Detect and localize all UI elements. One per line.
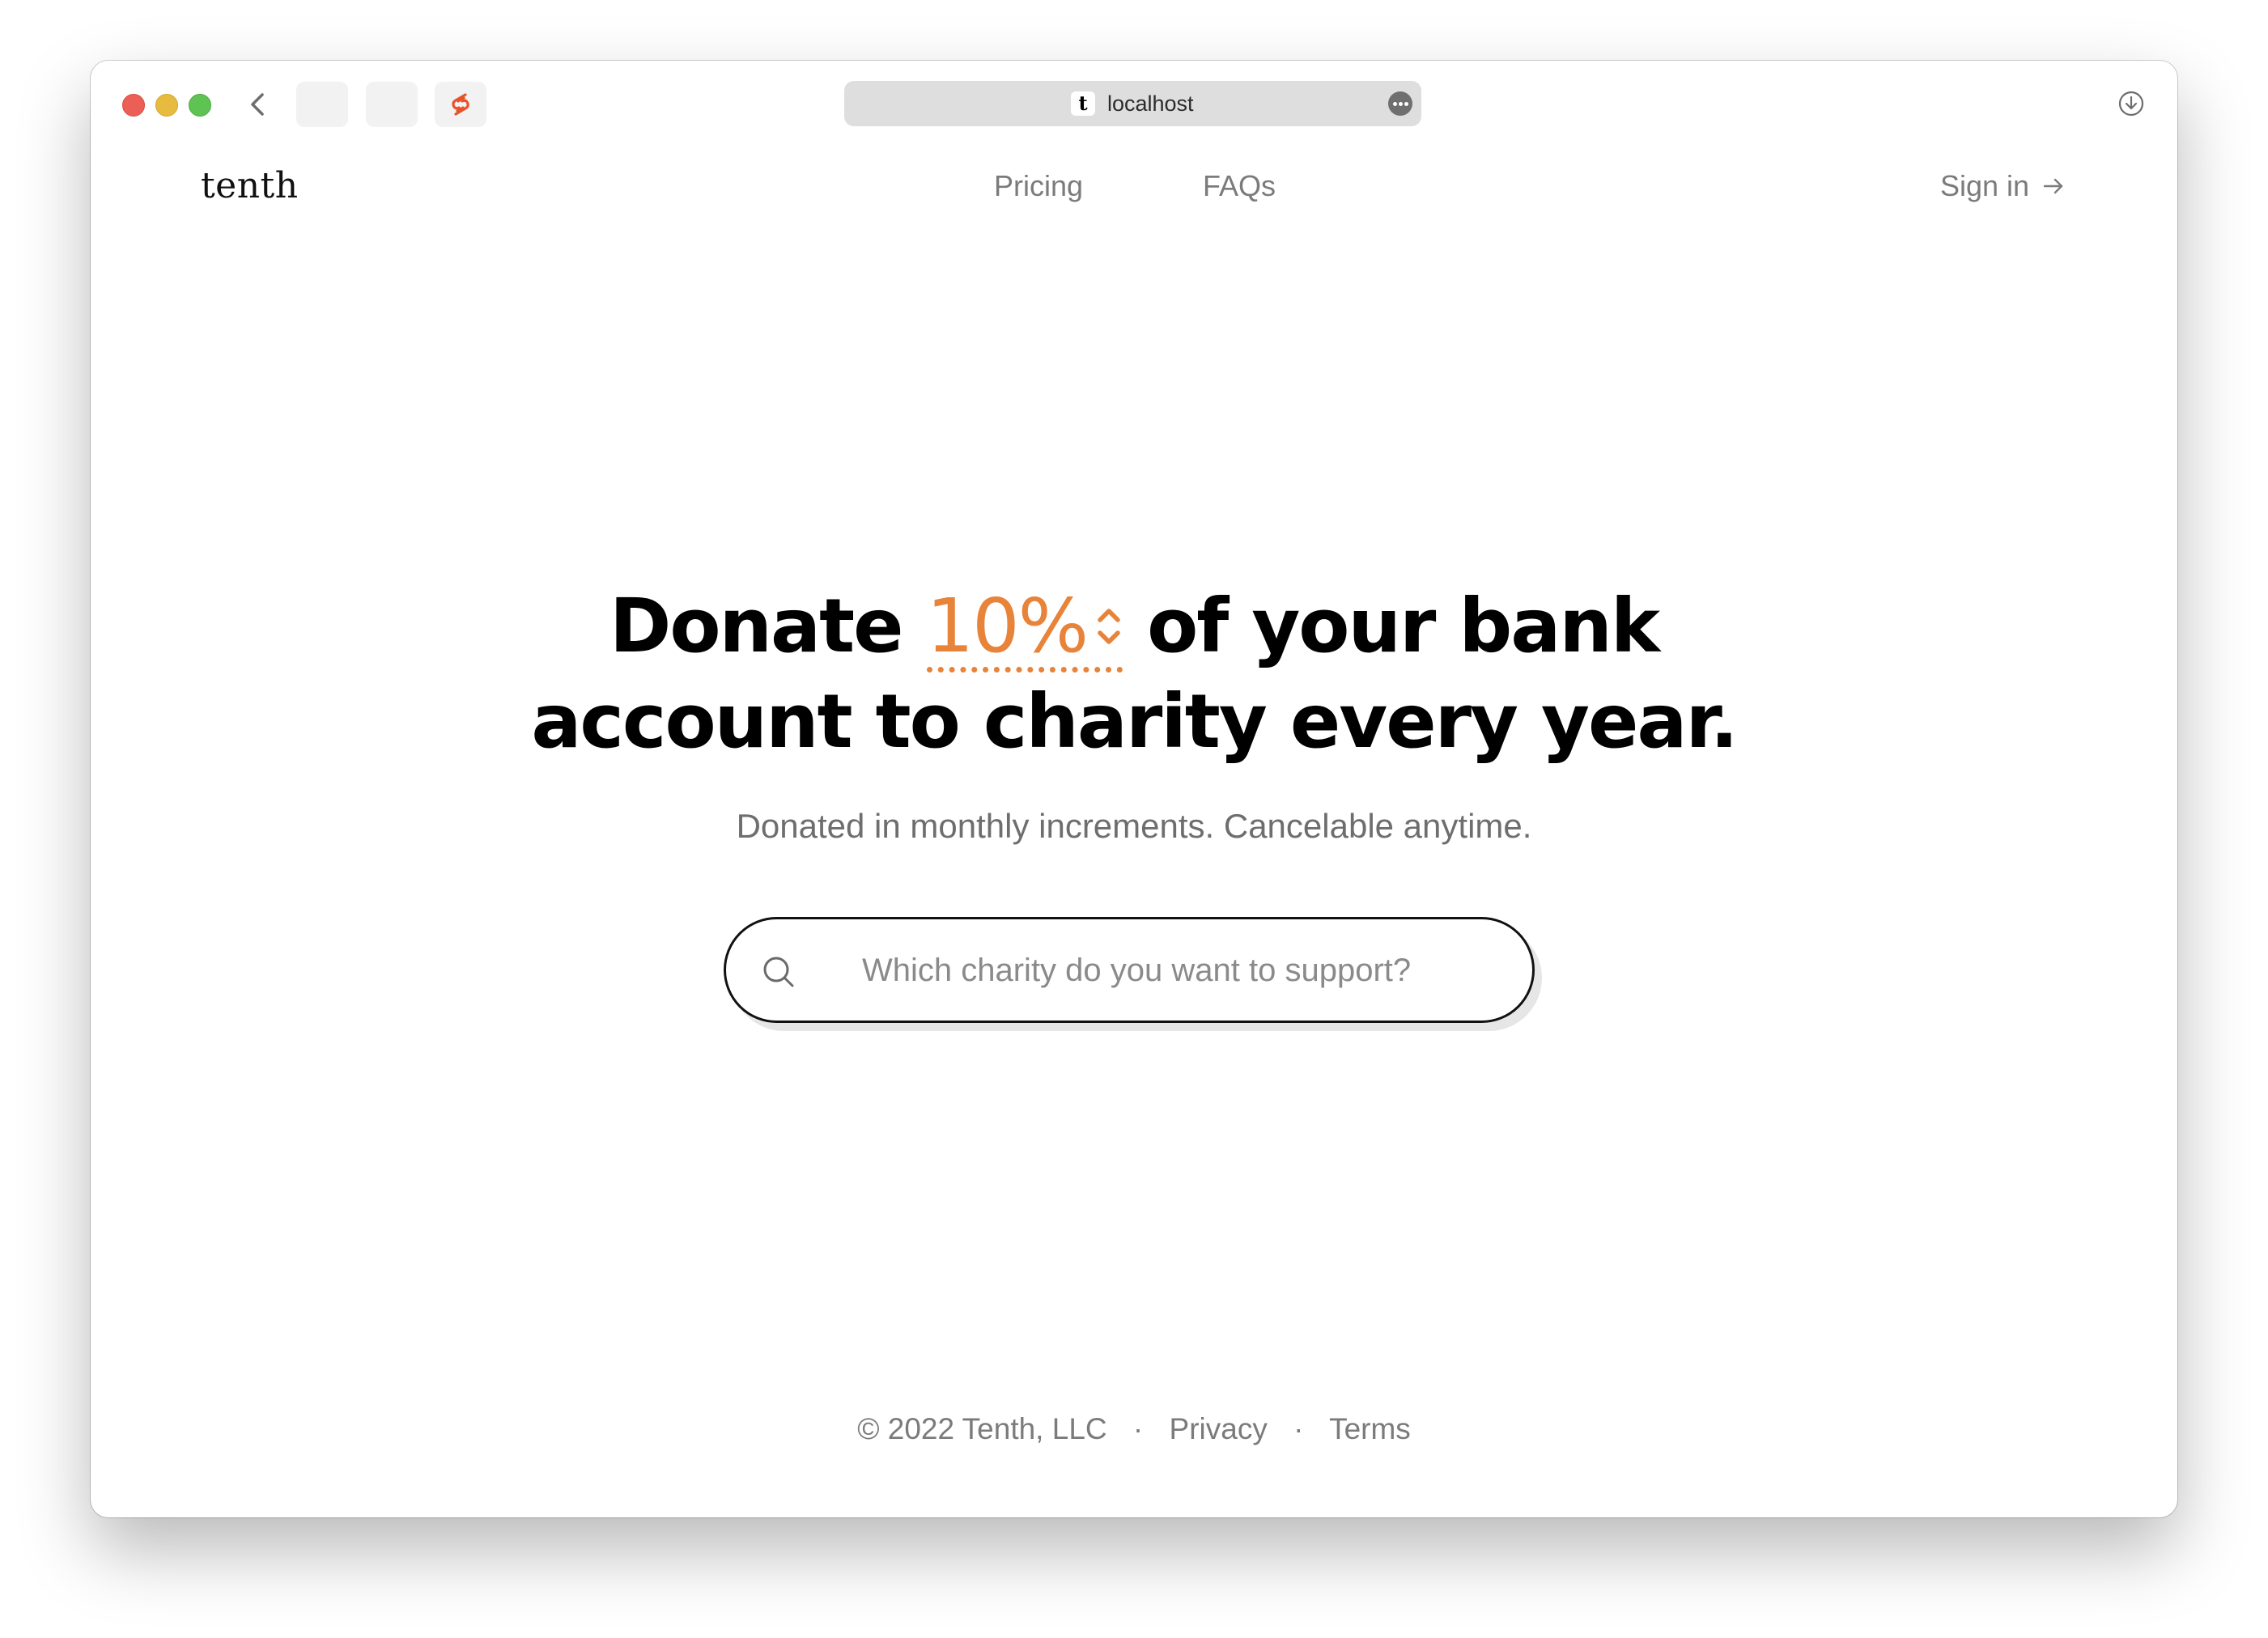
- charity-search-box[interactable]: [724, 917, 1535, 1023]
- hero-subtitle: Donated in monthly increments. Cancelabl…: [736, 807, 1532, 845]
- site-footer: © 2022 Tenth, LLC · Privacy · Terms: [91, 1409, 2177, 1449]
- url-text: localhost: [1107, 91, 1194, 116]
- privacy-link[interactable]: Privacy: [1170, 1412, 1268, 1445]
- address-bar[interactable]: t localhost: [844, 81, 1421, 126]
- browser-window: t localhost tenth Pricing FAQs Sign in D…: [91, 61, 2177, 1517]
- download-icon[interactable]: [2118, 91, 2144, 117]
- search-icon: [763, 957, 794, 987]
- more-options-icon[interactable]: [1388, 91, 1412, 116]
- site-favicon: t: [1071, 91, 1095, 116]
- hero-headline: Donate 10% of your bank account to chari…: [91, 579, 2177, 770]
- svelte-tab[interactable]: [435, 82, 486, 127]
- tab-thumbnail[interactable]: [296, 82, 348, 127]
- site-header: [91, 148, 2177, 261]
- headline-line2: account to charity every year.: [531, 678, 1738, 765]
- percent-selector[interactable]: 10%: [926, 583, 1123, 673]
- sign-in-link[interactable]: Sign in: [1940, 166, 2065, 206]
- chevron-down-icon[interactable]: [1095, 629, 1123, 647]
- tab-thumbnail[interactable]: [366, 82, 418, 127]
- terms-link[interactable]: Terms: [1329, 1412, 1411, 1445]
- footer-separator: ·: [1293, 1412, 1304, 1445]
- nav-faqs-link[interactable]: FAQs: [1203, 166, 1276, 206]
- back-arrow-icon[interactable]: [244, 90, 272, 119]
- zoom-window-button[interactable]: [189, 94, 211, 117]
- hero-section: Donate 10% of your bank account to chari…: [91, 579, 2177, 849]
- chevron-up-icon[interactable]: [1095, 606, 1123, 624]
- headline-part: of your bank: [1147, 583, 1660, 669]
- headline-part: Donate: [609, 583, 904, 669]
- footer-separator: ·: [1132, 1412, 1144, 1445]
- close-window-button[interactable]: [122, 94, 145, 117]
- arrow-right-icon: [2043, 178, 2063, 194]
- sign-in-label: Sign in: [1940, 169, 2030, 202]
- browser-toolbar: t localhost: [91, 61, 2177, 148]
- percent-value: 10%: [926, 583, 1089, 669]
- charity-search-input[interactable]: [862, 940, 1493, 1000]
- minimize-window-button[interactable]: [155, 94, 178, 117]
- nav-pricing-link[interactable]: Pricing: [994, 166, 1083, 206]
- percent-stepper[interactable]: [1095, 606, 1123, 647]
- svelte-logo-icon: [452, 93, 469, 116]
- site-logo[interactable]: tenth: [201, 163, 299, 209]
- copyright-text: © 2022 Tenth, LLC: [857, 1412, 1107, 1445]
